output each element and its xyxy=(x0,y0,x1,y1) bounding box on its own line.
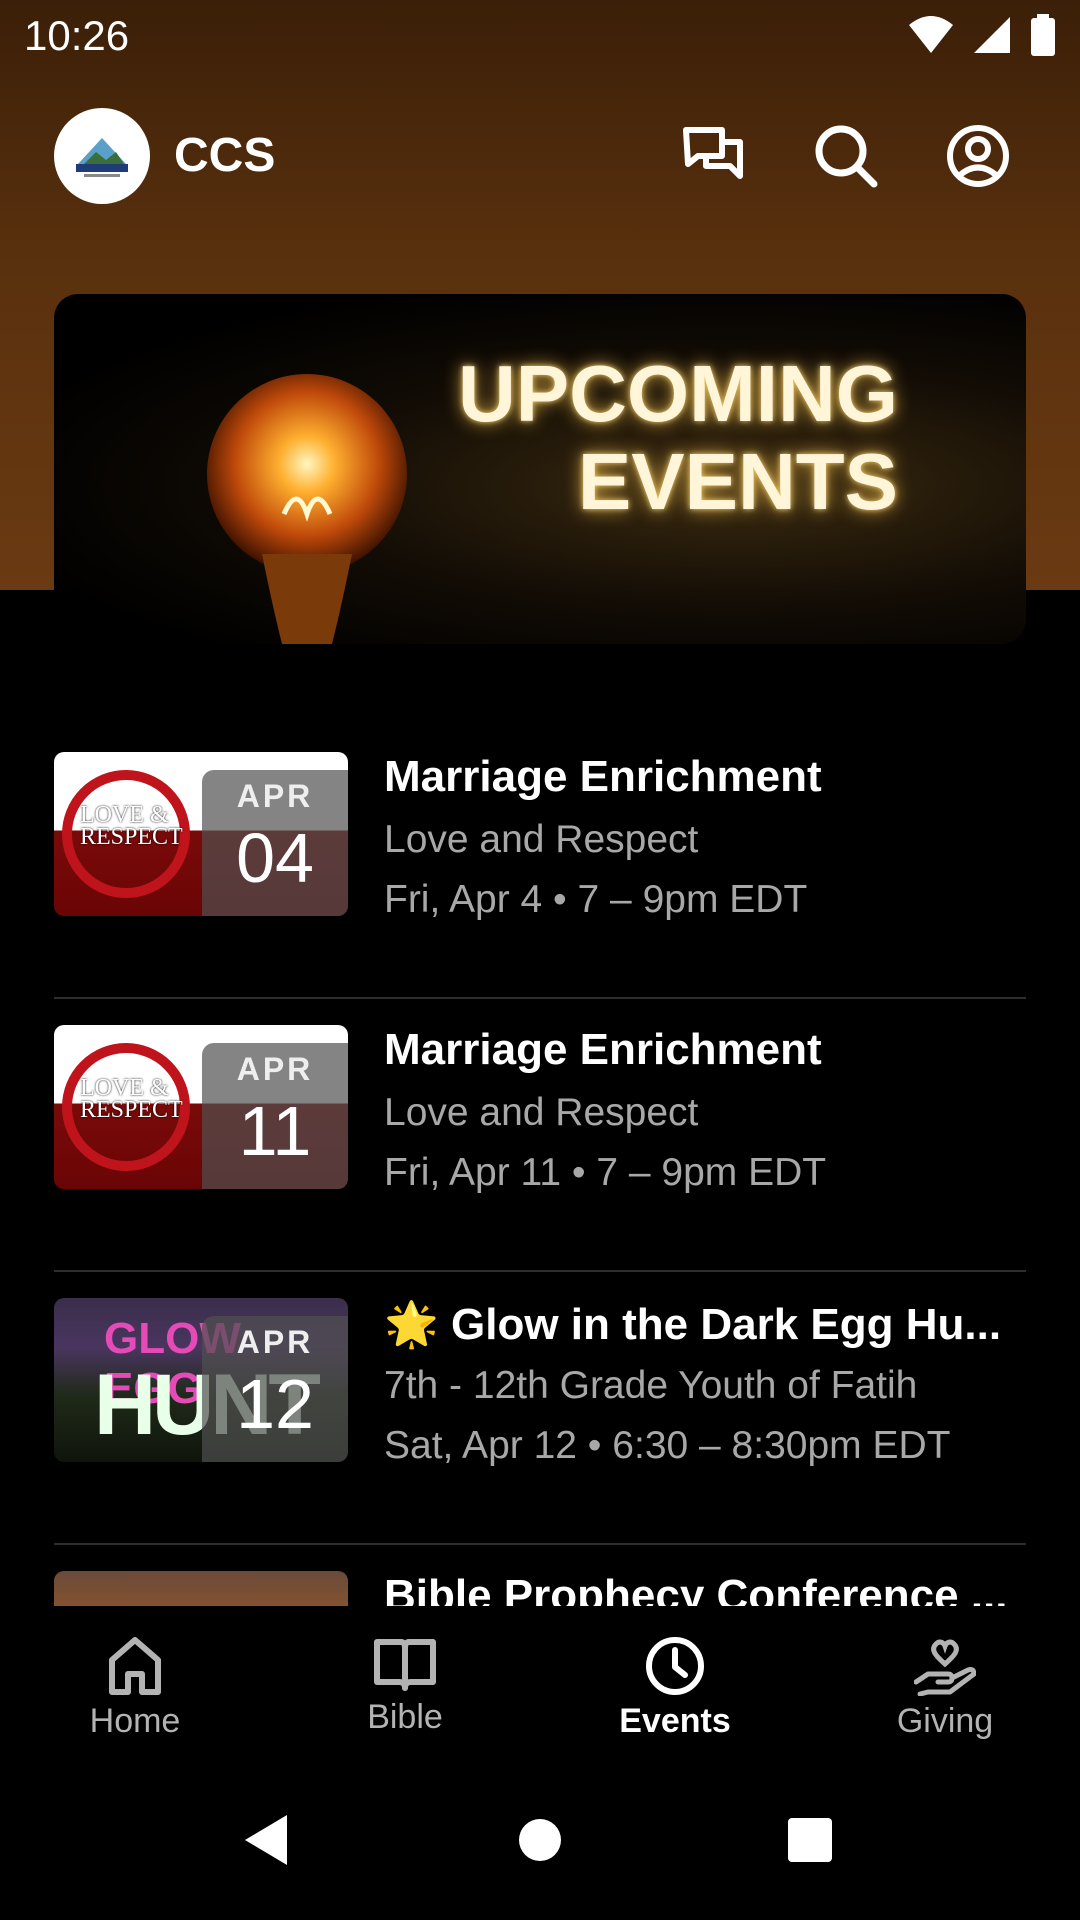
home-circle-icon xyxy=(519,1819,561,1861)
giving-hand-icon xyxy=(914,1639,976,1696)
status-icons xyxy=(908,14,1056,56)
event-thumbnail: LOVE & RESPECT APR 04 xyxy=(54,752,348,916)
event-thumbnail: GLOW EGG HUNT APR 12 xyxy=(54,1298,348,1462)
date-day: 04 xyxy=(236,819,314,897)
app-name: CCS xyxy=(174,129,276,182)
church-logo[interactable] xyxy=(54,108,150,204)
events-list[interactable]: LOVE & RESPECT APR 04 Marriage Enrichment… xyxy=(0,726,1080,1606)
nav-home[interactable]: Home xyxy=(0,1606,270,1756)
banner-line-2: EVENTS xyxy=(577,437,898,526)
system-navigation-bar xyxy=(0,1756,1080,1920)
recents-button[interactable] xyxy=(774,1804,846,1876)
event-item[interactable]: LOVE & RESPECT APR 11 Marriage Enrichment… xyxy=(0,999,1080,1272)
event-item[interactable]: Bible Prophecy Conference ... xyxy=(0,1545,1080,1606)
back-triangle-icon xyxy=(245,1815,287,1865)
nav-bible[interactable]: Bible xyxy=(270,1606,540,1756)
status-time: 10:26 xyxy=(24,12,130,59)
search-button[interactable] xyxy=(810,120,882,192)
event-title: Bible Prophecy Conference ... xyxy=(384,1571,1008,1606)
search-icon xyxy=(815,125,878,188)
lightbulb-icon xyxy=(207,374,407,644)
date-month: APR xyxy=(236,1324,314,1360)
event-datetime: Fri, Apr 4 • 7 – 9pm EDT xyxy=(384,878,808,921)
event-datetime: Fri, Apr 11 • 7 – 9pm EDT xyxy=(384,1151,827,1194)
date-day: 11 xyxy=(238,1092,312,1170)
event-subtitle: Love and Respect xyxy=(384,818,699,861)
date-badge: APR 11 xyxy=(202,1043,348,1189)
battery-icon xyxy=(1031,14,1055,56)
upcoming-events-banner[interactable]: UPCOMING EVENTS xyxy=(54,294,1026,644)
date-month: APR xyxy=(236,1051,314,1087)
thumbnail-text: LOVE & RESPECT xyxy=(80,802,183,850)
event-thumbnail: LOVE & RESPECT APR 11 xyxy=(54,1025,348,1189)
wifi-icon xyxy=(909,16,953,53)
event-subtitle: 7th - 12th Grade Youth of Fatih xyxy=(384,1364,918,1407)
account-icon xyxy=(947,125,1009,187)
date-badge: APR 12 xyxy=(202,1316,348,1462)
nav-giving-label: Giving xyxy=(896,1702,994,1740)
nav-giving[interactable]: Giving xyxy=(810,1606,1080,1756)
date-badge: APR 04 xyxy=(202,770,348,916)
banner-title: UPCOMING EVENTS xyxy=(458,350,898,526)
status-bar: 10:26 xyxy=(0,0,1080,72)
home-icon xyxy=(109,1637,161,1695)
back-button[interactable] xyxy=(230,1804,302,1876)
book-icon xyxy=(374,1639,436,1691)
app-header: CCS xyxy=(0,100,1080,216)
banner-line-1: UPCOMING xyxy=(458,349,898,438)
nav-home-label: Home xyxy=(89,1702,181,1740)
nav-events-label: Events xyxy=(619,1702,731,1740)
nav-bible-label: Bible xyxy=(367,1698,443,1736)
nav-events[interactable]: Events xyxy=(540,1606,810,1756)
chat-icon xyxy=(683,127,743,179)
home-system-button[interactable] xyxy=(504,1804,576,1876)
event-item[interactable]: GLOW EGG HUNT APR 12 🌟 Glow in the Dark … xyxy=(0,1272,1080,1545)
signal-icon xyxy=(974,17,1010,53)
event-title: Marriage Enrichment xyxy=(384,752,822,801)
chat-button[interactable] xyxy=(678,120,750,192)
thumbnail-text: LOVE & RESPECT xyxy=(80,1075,183,1123)
recents-square-icon xyxy=(788,1818,832,1862)
clock-icon xyxy=(646,1637,704,1695)
event-datetime: Sat, Apr 12 • 6:30 – 8:30pm EDT xyxy=(384,1424,951,1467)
event-title: 🌟 Glow in the Dark Egg Hu... xyxy=(384,1300,1002,1349)
profile-button[interactable] xyxy=(942,120,1014,192)
event-thumbnail xyxy=(54,1571,348,1606)
event-subtitle: Love and Respect xyxy=(384,1091,699,1134)
date-day: 12 xyxy=(236,1365,314,1443)
bottom-navigation: Home Bible Events Giving xyxy=(0,1606,1080,1756)
date-month: APR xyxy=(236,778,314,814)
event-title: Marriage Enrichment xyxy=(384,1025,822,1074)
event-item[interactable]: LOVE & RESPECT APR 04 Marriage Enrichment… xyxy=(0,726,1080,999)
